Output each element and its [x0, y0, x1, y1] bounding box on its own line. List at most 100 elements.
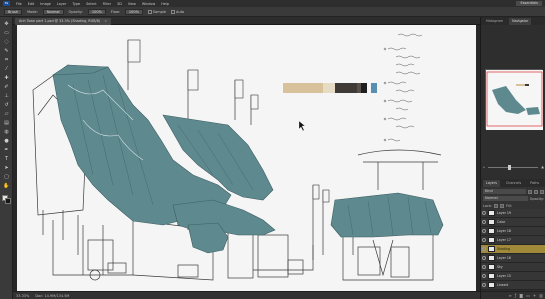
visibility-eye-icon[interactable] — [482, 274, 486, 278]
zoom-slider[interactable] — [487, 164, 539, 170]
layer-row[interactable]: Layer 16 — [481, 254, 545, 263]
menu-window[interactable]: Window — [142, 2, 155, 6]
layer-thumbnail — [488, 219, 495, 225]
menu-type[interactable]: Type — [72, 2, 80, 6]
layers-controls: Kind Normal Opacity: Lock: Fill: — [481, 187, 545, 209]
visibility-eye-icon[interactable] — [482, 256, 486, 260]
tab-histogram[interactable]: Histogram — [483, 18, 506, 25]
move-tool-icon[interactable]: ✥ — [3, 21, 10, 28]
lock-position-icon[interactable] — [500, 203, 505, 208]
layer-row[interactable]: Sky — [481, 263, 545, 272]
mask-icon[interactable]: ◙ — [519, 293, 523, 298]
menu-view[interactable]: View — [128, 2, 136, 6]
quick-select-tool-icon[interactable]: ✎ — [3, 48, 10, 55]
brush-tool-icon[interactable]: ✐ — [3, 84, 10, 91]
document-tab-title: Anh Town part 1.psd @ 33.3% (Shading, RG… — [19, 19, 101, 23]
link-icon[interactable]: ∞ — [508, 293, 511, 298]
layer-row[interactable]: Color — [481, 218, 545, 227]
visibility-eye-icon[interactable] — [482, 211, 486, 215]
trash-icon[interactable]: ▥ — [539, 293, 543, 298]
path-select-tool-icon[interactable]: ➤ — [3, 165, 10, 172]
visibility-eye-icon[interactable] — [482, 265, 486, 269]
navigator-preview[interactable] — [485, 69, 543, 130]
zoom-level[interactable]: 33.33% — [16, 294, 29, 298]
palette-swatch-1 — [283, 83, 323, 93]
layer-name: Layer 18 — [497, 229, 511, 233]
eraser-tool-icon[interactable]: ▱ — [3, 111, 10, 118]
visibility-eye-icon[interactable] — [482, 238, 486, 242]
auto-checkbox[interactable]: Auto — [171, 9, 184, 14]
menu-layer[interactable]: Layer — [57, 2, 66, 6]
blur-tool-icon[interactable]: ◍ — [3, 129, 10, 136]
tab-channels[interactable]: Channels — [503, 180, 524, 187]
visibility-eye-icon[interactable] — [482, 247, 486, 251]
tab-navigator[interactable]: Navigator — [509, 18, 532, 25]
gradient-tool-icon[interactable]: ▤ — [3, 120, 10, 127]
pen-tool-icon[interactable]: ✒ — [3, 147, 10, 154]
filter-type-icon[interactable] — [540, 189, 544, 194]
shape-tool-icon[interactable]: ▢ — [3, 174, 10, 181]
visibility-eye-icon[interactable] — [482, 283, 486, 287]
menu-filter[interactable]: Filter — [103, 2, 111, 6]
clone-stamp-tool-icon[interactable]: ⊥ — [3, 93, 10, 100]
marquee-tool-icon[interactable]: ▭ — [3, 30, 10, 37]
document-tab-bar: Anh Town part 1.psd @ 33.3% (Shading, RG… — [13, 17, 480, 25]
document-tab[interactable]: Anh Town part 1.psd @ 33.3% (Shading, RG… — [15, 18, 112, 25]
folder-icon[interactable]: ▭ — [526, 293, 530, 298]
layer-name: Color — [497, 220, 506, 224]
menu-file[interactable]: File — [16, 2, 22, 6]
zoom-in-icon[interactable]: ▲ — [541, 165, 544, 169]
brush-preset-picker[interactable]: Brush — [4, 8, 23, 15]
lock-pixels-icon[interactable] — [494, 203, 499, 208]
filter-adjust-icon[interactable] — [534, 189, 538, 194]
menu-edit[interactable]: Edit — [28, 2, 35, 6]
tools-panel: ✥ ▭ ◌ ✎ ⌗ ⁄ ✚ ✐ ⊥ ↺ ▱ ▤ ◍ ● ✒ T ➤ ▢ ✋ — [0, 17, 13, 299]
background-color-swatch[interactable] — [5, 198, 11, 204]
menu-image[interactable]: Image — [40, 2, 51, 6]
flow-field[interactable]: 100% — [124, 8, 143, 15]
layer-row-selected[interactable]: Shading — [481, 245, 545, 254]
layer-thumbnail — [488, 246, 495, 252]
photoshop-logo: Ps — [3, 1, 10, 6]
mode-select[interactable]: Normal — [42, 8, 64, 15]
layer-thumbnail — [488, 282, 495, 288]
layer-thumbnail — [488, 228, 495, 234]
menu-select[interactable]: Select — [86, 2, 96, 6]
layer-name: Layer 17 — [497, 238, 511, 242]
layer-row[interactable]: Layer 15 — [481, 272, 545, 281]
layer-filter-kind[interactable]: Kind — [483, 189, 526, 194]
layer-name: Layer 16 — [497, 256, 511, 260]
opacity-field[interactable]: 100% — [87, 8, 106, 15]
sample-checkbox[interactable]: Sample — [147, 9, 166, 14]
workspace-switcher[interactable]: Essentials — [516, 1, 542, 6]
filter-pixel-icon[interactable] — [528, 189, 532, 194]
dodge-tool-icon[interactable]: ● — [3, 138, 10, 145]
fx-icon[interactable]: ƒ — [515, 293, 516, 298]
tab-paths[interactable]: Paths — [527, 180, 542, 187]
history-brush-tool-icon[interactable]: ↺ — [3, 102, 10, 109]
new-layer-icon[interactable]: + — [533, 293, 536, 298]
visibility-eye-icon[interactable] — [482, 220, 486, 224]
hand-tool-icon[interactable]: ✋ — [3, 183, 10, 190]
zoom-slider-knob[interactable] — [507, 164, 511, 170]
eyedropper-tool-icon[interactable]: ⁄ — [3, 66, 10, 73]
layers-footer: ∞ ƒ ◙ ▭ + ▥ — [481, 291, 545, 299]
tab-layers[interactable]: Layers — [483, 180, 500, 187]
lasso-tool-icon[interactable]: ◌ — [3, 39, 10, 46]
visibility-eye-icon[interactable] — [482, 229, 486, 233]
opacity-label: Opacity: — [529, 196, 544, 201]
layer-row[interactable]: Layer 18 — [481, 227, 545, 236]
menu-3d[interactable]: 3D — [117, 2, 122, 6]
layer-row[interactable]: Layer 19 — [481, 209, 545, 218]
layer-row[interactable]: Layer 17 — [481, 236, 545, 245]
close-tab-icon[interactable]: × — [104, 19, 107, 23]
healing-tool-icon[interactable]: ✚ — [3, 75, 10, 82]
layer-row[interactable]: Lineart — [481, 281, 545, 290]
menu-help[interactable]: Help — [161, 2, 169, 6]
crop-tool-icon[interactable]: ⌗ — [3, 57, 10, 64]
type-tool-icon[interactable]: T — [3, 156, 10, 163]
flow-label: Flow: — [110, 9, 120, 14]
zoom-out-icon[interactable]: ▵ — [483, 165, 485, 169]
canvas[interactable] — [13, 25, 480, 291]
blend-mode-select[interactable]: Normal — [483, 196, 528, 201]
